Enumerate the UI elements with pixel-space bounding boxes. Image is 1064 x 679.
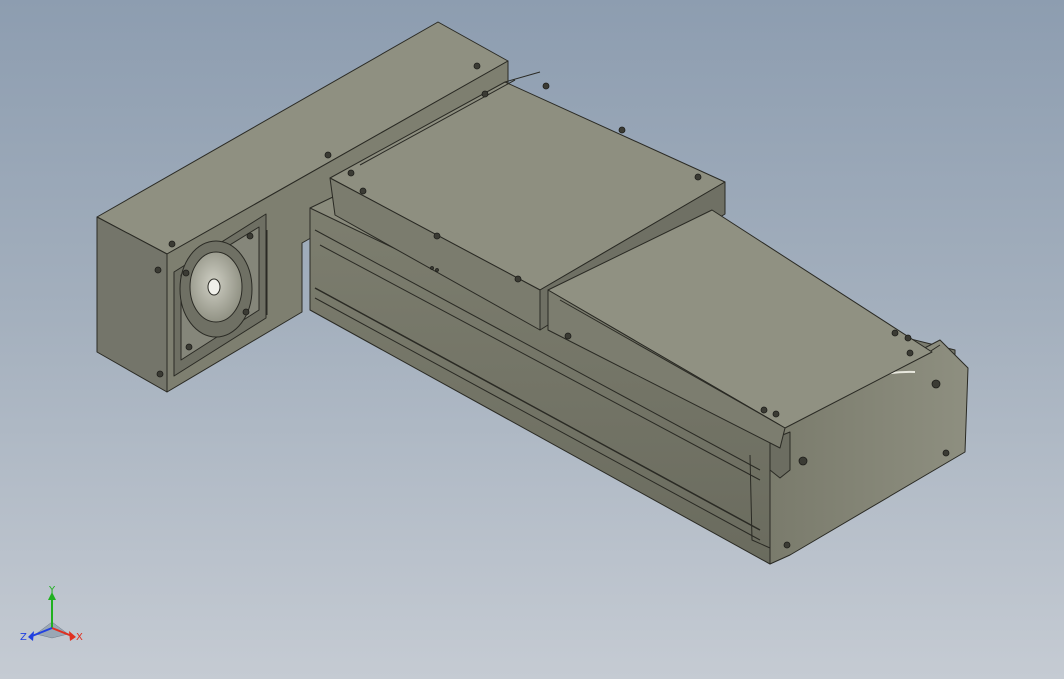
orientation-triad: Y X Z — [20, 586, 83, 643]
3d-viewport[interactable]: Y X Z — [0, 0, 1064, 679]
triad-y-label: Y — [48, 586, 56, 596]
linear-actuator-model[interactable] — [0, 0, 1064, 679]
triad-x-label: X — [76, 632, 83, 643]
triad-z-label: Z — [20, 632, 27, 643]
